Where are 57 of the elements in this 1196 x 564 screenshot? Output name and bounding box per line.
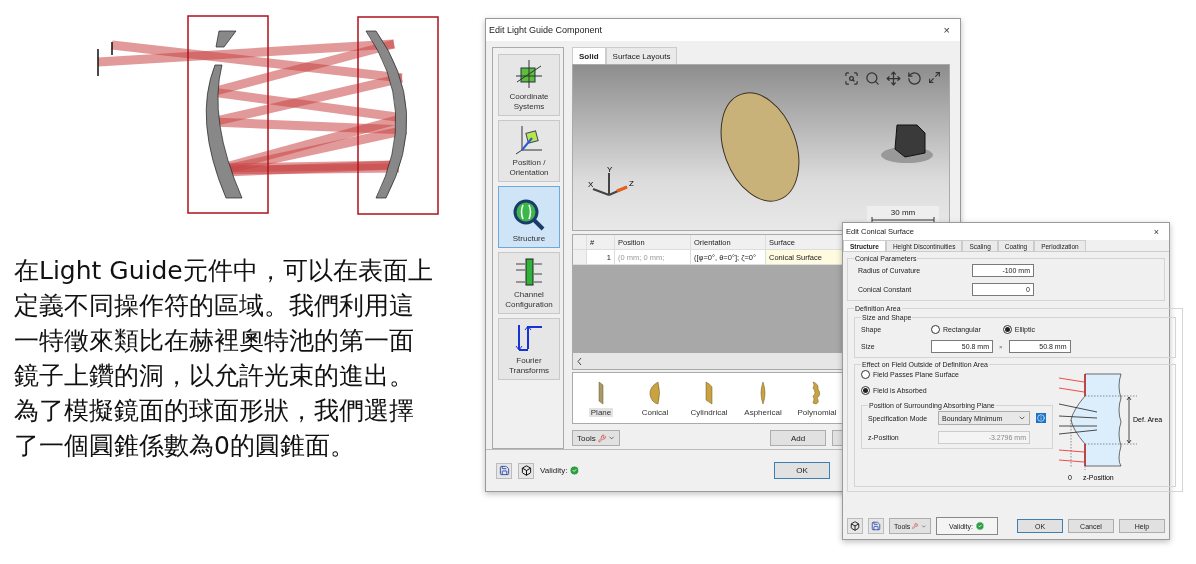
- flat-plate-icon: [597, 381, 605, 405]
- pan-icon[interactable]: [886, 71, 901, 86]
- tab[interactable]: Solid: [572, 47, 606, 64]
- surface-type-label: Aspherical: [743, 408, 783, 417]
- rotate-icon[interactable]: [907, 71, 922, 86]
- tools-button[interactable]: Tools: [572, 430, 620, 446]
- wrench-icon: [912, 522, 919, 530]
- tab[interactable]: Surface Layouts: [605, 47, 678, 64]
- scale-line-icon: [871, 217, 935, 222]
- caret-icon: [920, 522, 926, 530]
- row-header-cell: [573, 250, 587, 265]
- channel-block-icon: [514, 256, 544, 288]
- search-icon[interactable]: [865, 71, 880, 86]
- coordinate-cube-icon: [514, 58, 544, 90]
- zoom-region-icon[interactable]: [844, 71, 859, 86]
- sidebar-item[interactable]: Position / Orientation: [498, 120, 560, 182]
- check-icon: [569, 465, 581, 476]
- surface-type-item[interactable]: Conical: [631, 381, 679, 417]
- transform-arrows-icon: [514, 322, 544, 354]
- check-icon: [975, 521, 985, 531]
- sidebar-item[interactable]: Coordinate Systems: [498, 54, 560, 116]
- info-icon[interactable]: [1036, 413, 1046, 423]
- cube-icon[interactable]: [847, 518, 863, 534]
- lens-dome-icon: [648, 381, 662, 405]
- scale-label: 30 mm: [890, 208, 916, 217]
- axes-plane-icon: [514, 124, 544, 156]
- validity-label: Validity:: [540, 465, 581, 476]
- magnifier-lens-icon: [512, 198, 546, 232]
- surface-type-item[interactable]: Polynomial: [793, 381, 841, 417]
- caret-icon: [607, 434, 615, 442]
- sidebar-item[interactable]: Structure: [498, 186, 560, 248]
- save-icon[interactable]: [868, 518, 884, 534]
- save-icon[interactable]: [496, 462, 512, 479]
- expand-icon[interactable]: [928, 71, 941, 84]
- surface-type-label: Polynomial: [796, 408, 838, 417]
- add-button[interactable]: Add: [770, 430, 826, 446]
- surface-type-label: Plane: [588, 408, 614, 417]
- surface-type-item[interactable]: Aspherical: [739, 381, 787, 417]
- thin-lens-icon: [758, 381, 768, 405]
- surface-type-item[interactable]: Plane: [577, 381, 625, 417]
- close-button[interactable]: ×: [941, 24, 952, 36]
- ok-button[interactable]: OK: [774, 462, 830, 479]
- table-header-cell: [573, 235, 587, 250]
- description-text: 在Light Guide元件中，可以在表面上定義不同操作符的區域。我們利用這一特徵來類比在赫裡奧特池的第一面鏡子上鑽的洞，以允許光束的進出。為了模擬鏡面的球面形狀，我們選擇了一個圓錐係數為0的圓錐面。: [14, 255, 434, 462]
- cube-icon[interactable]: [518, 462, 534, 479]
- chevron-icon: [1018, 414, 1026, 422]
- left-chevron-icon: [577, 357, 582, 365]
- axis-gizmo-drawing: Y X Z: [587, 165, 639, 205]
- curved-strip-icon: [704, 381, 714, 405]
- window-title: Edit Light Guide Component: [489, 25, 603, 35]
- surface-type-label: Cylindrical: [689, 408, 729, 417]
- wrench-icon: [597, 433, 606, 443]
- surface-type-label: Conical: [640, 408, 670, 417]
- surface-type-item[interactable]: Cylindrical: [685, 381, 733, 417]
- close-button[interactable]: ×: [1151, 226, 1161, 237]
- sidebar-item[interactable]: Channel Configuration: [498, 252, 560, 314]
- sidebar-item[interactable]: Fourier Transforms: [498, 318, 560, 380]
